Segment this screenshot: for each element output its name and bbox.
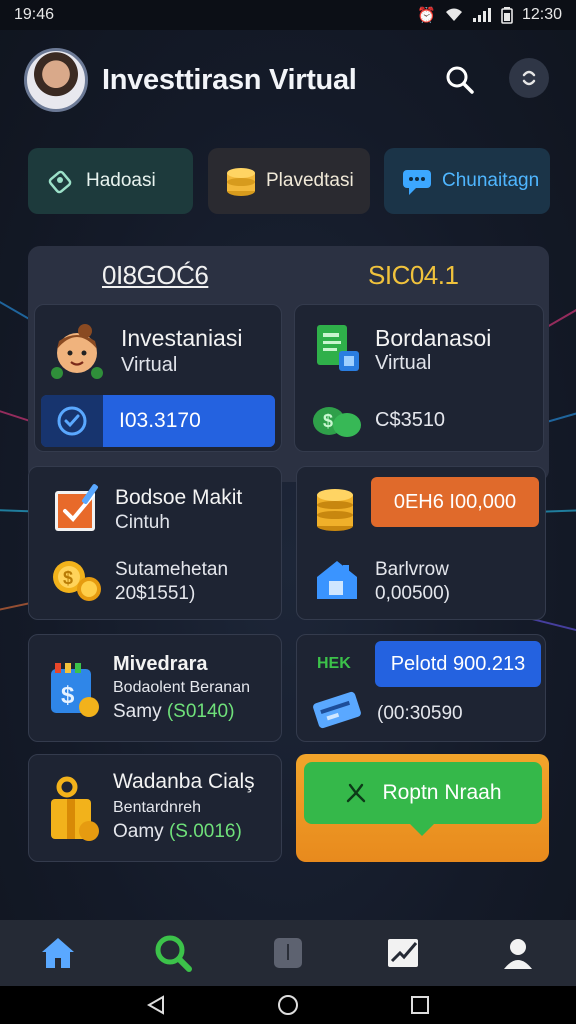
summary-panel: 0I8GOĆ6 SIC04.1 Investaniasi Virtual I03… bbox=[28, 246, 549, 482]
house-icon bbox=[317, 561, 357, 599]
value-bar[interactable]: I03.3170 bbox=[41, 395, 275, 447]
action-button-2[interactable]: Plavedtasi bbox=[208, 148, 370, 214]
status-time-right: 12:30 bbox=[521, 6, 562, 23]
tag-label: HEK bbox=[317, 655, 351, 672]
status-bar: 19:46 ⏰ 12:30 bbox=[0, 0, 576, 30]
card-subtitle: Cintuh bbox=[115, 512, 170, 533]
swirl-icon bbox=[522, 70, 536, 86]
card-title: Bodsoe Makit bbox=[115, 486, 243, 509]
system-navigation-bar bbox=[0, 986, 576, 1024]
home-circle-icon[interactable] bbox=[276, 993, 300, 1017]
action-button-1[interactable]: Hadoasi bbox=[28, 148, 193, 214]
card-line-2: Oamy (S.0016) bbox=[113, 821, 242, 843]
card-line-2: Samy (S0140) bbox=[113, 701, 234, 723]
home-icon bbox=[41, 938, 74, 968]
card-line-1: (00:30590 bbox=[377, 703, 463, 724]
action-label-1: Hadoasi bbox=[86, 170, 156, 191]
amount-badge[interactable]: 0EH6 I00,000 bbox=[371, 477, 539, 527]
document-icon bbox=[317, 325, 359, 371]
card-line-1: Sutamehetan bbox=[115, 559, 229, 580]
card-line-2-value: (S.0016) bbox=[168, 821, 242, 842]
pen-badge-icon bbox=[44, 164, 78, 198]
value-text: I03.3170 bbox=[103, 395, 275, 447]
quick-actions: Hadoasi Plavedtasi Chunaitagn bbox=[28, 148, 550, 214]
card-line-2: 20$1551) bbox=[115, 583, 196, 604]
card-bodsoe-makit[interactable]: Bodsoe Makit Cintuh $ Sutamehetan 20$155… bbox=[28, 466, 282, 620]
coin-stack-icon bbox=[317, 489, 353, 531]
menu-button[interactable] bbox=[509, 58, 549, 98]
panel-header: 0I8GOĆ6 SIC04.1 bbox=[28, 260, 549, 294]
card-line-2-prefix: Oamy bbox=[113, 821, 169, 842]
check-circle-icon bbox=[57, 406, 87, 436]
app-header: Investtirasn Virtual bbox=[0, 30, 576, 130]
recents-icon[interactable] bbox=[409, 994, 431, 1016]
back-icon[interactable] bbox=[145, 994, 167, 1016]
gift-box-icon bbox=[51, 776, 99, 841]
card-subtitle: Virtual bbox=[375, 352, 432, 374]
card-title: Bordanasoi bbox=[375, 325, 492, 351]
nav-home[interactable] bbox=[28, 928, 88, 978]
card-subtitle: Virtual bbox=[121, 354, 178, 376]
cta-label: Roptn Nraah bbox=[382, 781, 502, 804]
sparkle-icon bbox=[347, 783, 366, 803]
page-title: Investtirasn Virtual bbox=[102, 63, 357, 96]
card-mivedrara[interactable]: $ Mivedrara Bodaolent Beranan Samy (S014… bbox=[28, 634, 282, 742]
card-barlvrow[interactable]: 0EH6 I00,000 Barlvrow 0,00500) bbox=[296, 466, 546, 620]
card-line-1: Bentardnreh bbox=[113, 799, 202, 816]
avatar[interactable] bbox=[24, 48, 88, 112]
card-line-2-value: (S0140) bbox=[166, 701, 235, 722]
nav-wallet[interactable] bbox=[258, 928, 318, 978]
avatar-cartoon-icon bbox=[51, 324, 103, 379]
nav-profile[interactable] bbox=[488, 928, 548, 978]
cta-pointer bbox=[410, 824, 434, 836]
alarm-icon: ⏰ bbox=[417, 7, 436, 24]
nav-search[interactable] bbox=[143, 928, 203, 978]
card-value: C$3510 bbox=[375, 409, 446, 431]
chat-bubble-icon bbox=[400, 164, 434, 198]
svg-text:$: $ bbox=[61, 682, 75, 709]
action-label-3: Chunaitagn bbox=[442, 170, 540, 191]
card-investment-virtual[interactable]: Investaniasi Virtual I03.3170 bbox=[34, 304, 282, 452]
amount-badge[interactable]: Pelotd 900.213 bbox=[375, 641, 541, 687]
wifi-icon bbox=[445, 8, 462, 21]
card-pelotd[interactable]: HEK Pelotd 900.213 (00:30590 bbox=[296, 634, 546, 742]
card-line-2-prefix: Samy bbox=[113, 701, 167, 722]
card-title: Investaniasi bbox=[121, 325, 243, 351]
status-time-left: 19:46 bbox=[14, 6, 55, 23]
action-button-3[interactable]: Chunaitagn bbox=[384, 148, 550, 214]
signal-icon bbox=[472, 8, 491, 22]
user-icon bbox=[504, 939, 533, 969]
battery-icon bbox=[501, 7, 513, 24]
coin-stack-icon bbox=[224, 164, 258, 198]
card-wadanba[interactable]: Wadanba Cialş Bentardnreh Oamy (S.0016) bbox=[28, 754, 282, 862]
action-label-2: Plavedtasi bbox=[266, 170, 354, 191]
gold-coins-icon: $ bbox=[53, 561, 101, 601]
bottom-navigation bbox=[0, 920, 576, 986]
checklist-icon bbox=[55, 484, 98, 531]
svg-text:$: $ bbox=[63, 568, 73, 588]
cta-button[interactable]: Roptn Nraah bbox=[304, 762, 542, 824]
nav-chart[interactable] bbox=[373, 928, 433, 978]
card-slot-icon bbox=[273, 938, 302, 968]
calendar-money-icon: $ bbox=[51, 663, 99, 717]
card-line-1: Barlvrow bbox=[375, 559, 449, 580]
panel-value-right: SIC04.1 bbox=[368, 260, 459, 290]
card-line-2: 0,00500) bbox=[375, 583, 451, 604]
search-icon bbox=[155, 935, 192, 972]
credit-card-icon bbox=[313, 691, 361, 729]
svg-text:$: $ bbox=[323, 411, 333, 431]
card-title: Mivedrara bbox=[113, 653, 208, 675]
card-title: Wadanba Cialş bbox=[113, 770, 255, 793]
panel-value-left[interactable]: 0I8GOĆ6 bbox=[102, 260, 209, 291]
card-line-1: Bodaolent Beranan bbox=[113, 679, 250, 696]
cta-container: Roptn Nraah bbox=[296, 754, 549, 862]
card-bordanasoi-virtual[interactable]: Bordanasoi Virtual $ C$3510 bbox=[294, 304, 544, 452]
money-bag-icon: $ bbox=[313, 407, 361, 437]
chart-check-icon bbox=[388, 939, 419, 967]
search-icon bbox=[446, 66, 474, 94]
search-button[interactable] bbox=[440, 60, 480, 100]
